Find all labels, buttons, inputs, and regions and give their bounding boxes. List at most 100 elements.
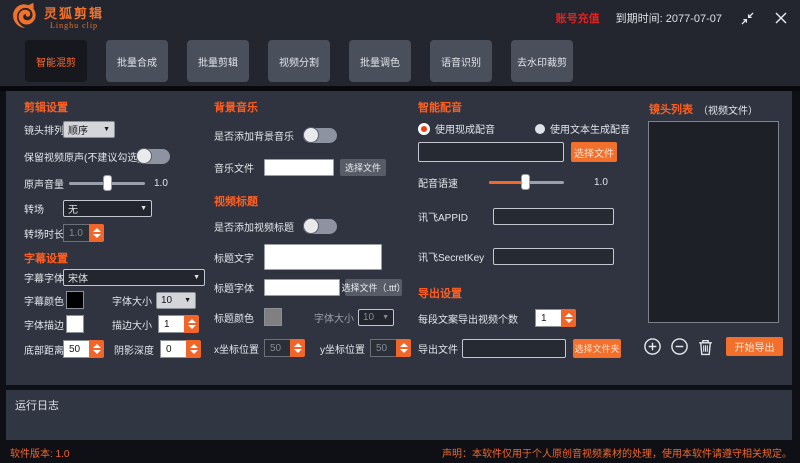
trash-icon[interactable] [697, 338, 714, 356]
main-panel: 剪辑设置 镜头排列 顺序 ▼ 保留视频原声(不建议勾选) 原声音量 1.0 [6, 91, 792, 385]
tab-batch-compose[interactable]: 批量合成 [106, 40, 168, 82]
dub-speed-slider[interactable] [489, 174, 564, 190]
spinner-value[interactable]: 50 [370, 339, 396, 357]
xf-secretkey-input[interactable] [493, 248, 614, 265]
title-color-swatch[interactable] [264, 308, 282, 326]
tab-bar: 智能混剪 批量合成 批量剪辑 视频分割 批量调色 语音识别 去水印裁剪 [0, 36, 800, 86]
shot-list-box[interactable] [648, 121, 779, 323]
tab-smart-mix[interactable]: 智能混剪 [25, 40, 87, 82]
transition-duration-label: 转场时长 [24, 226, 63, 241]
spinner-arrows-icon[interactable] [396, 339, 411, 357]
spinner-arrows-icon[interactable] [186, 340, 201, 358]
spinner-arrows-icon[interactable] [561, 309, 576, 327]
font-stroke-color-swatch[interactable] [66, 315, 84, 333]
app-title-block: 灵狐剪辑 Linghu clip [44, 7, 104, 30]
shot-order-select[interactable]: 顺序 ▼ [63, 121, 115, 138]
status-bar: 软件版本: 1.0 声明：本软件仅用于个人原创音视频素材的处理，使用本软件请遵守… [0, 442, 800, 463]
app-logo: 灵狐剪辑 Linghu clip [10, 2, 104, 35]
shadow-depth-spinner[interactable]: 0 [160, 340, 201, 358]
chevron-down-icon: ▼ [140, 205, 147, 212]
choose-dub-file-button[interactable]: 选择文件 [571, 142, 617, 162]
spinner-arrows-icon[interactable] [89, 340, 104, 358]
app-subtitle: Linghu clip [50, 22, 98, 30]
section-subtitle-settings: 字幕设置 [24, 250, 68, 266]
subtitle-color-label: 字幕颜色 [24, 293, 66, 308]
xf-appid-input[interactable] [493, 208, 614, 225]
subtitle-color-swatch[interactable] [66, 291, 84, 309]
section-video-title: 视频标题 [214, 193, 258, 209]
xf-secretkey-label: 讯飞SecretKey [418, 249, 493, 264]
tab-batch-color[interactable]: 批量调色 [349, 40, 411, 82]
spinner-value[interactable]: 1 [535, 309, 561, 327]
x-position-spinner[interactable]: 50 [264, 339, 305, 357]
title-text-input[interactable] [264, 244, 382, 270]
music-file-input[interactable] [264, 159, 334, 176]
remove-shot-icon[interactable] [670, 337, 689, 356]
spinner-value[interactable]: 50 [264, 339, 290, 357]
bottom-distance-spinner[interactable]: 50 [63, 340, 104, 358]
tab-watermark-crop[interactable]: 去水印裁剪 [511, 40, 573, 82]
spinner-value[interactable]: 1.0 [63, 224, 89, 242]
dub-file-input[interactable] [418, 142, 564, 162]
radio-text-dub[interactable] [535, 124, 545, 134]
tab-speech-recognition[interactable]: 语音识别 [430, 40, 492, 82]
choose-music-file-button[interactable]: 选择文件 [340, 159, 386, 176]
transition-label: 转场 [24, 201, 63, 216]
minimize-icon[interactable] [738, 9, 756, 27]
choose-export-folder-button[interactable]: 选择文件夹 [573, 339, 621, 358]
y-position-spinner[interactable]: 50 [370, 339, 411, 357]
tab-video-split[interactable]: 视频分割 [268, 40, 330, 82]
radio-dot [421, 126, 427, 132]
transition-duration-spinner[interactable]: 1.0 [63, 224, 104, 242]
add-title-toggle[interactable] [303, 219, 337, 234]
title-size-select[interactable]: 10 ▼ [358, 309, 394, 326]
radio-text-dub-label: 使用文本生成配音 [550, 121, 630, 136]
spinner-arrows-icon[interactable] [89, 224, 104, 242]
title-text-label: 标题文字 [214, 250, 264, 265]
run-log-title: 运行日志 [15, 397, 59, 413]
subtitle-font-select[interactable]: 宋体 ▼ [63, 269, 205, 286]
stroke-size-spinner[interactable]: 1 [158, 315, 199, 333]
run-log-panel: 运行日志 [6, 390, 792, 440]
tab-batch-edit[interactable]: 批量剪辑 [187, 40, 249, 82]
close-icon[interactable] [772, 9, 790, 27]
font-size-select[interactable]: 10 ▼ [156, 292, 196, 309]
disclaimer-text: 声明：本软件仅用于个人原创音视频素材的处理，使用本软件请遵守相关规定。 [442, 445, 792, 460]
radio-ready-dub[interactable] [418, 123, 430, 135]
export-count-spinner[interactable]: 1 [535, 309, 576, 327]
spinner-arrows-icon[interactable] [290, 339, 305, 357]
section-edit-settings: 剪辑设置 [24, 99, 68, 115]
fox-logo-icon [10, 2, 38, 35]
add-shot-icon[interactable] [643, 337, 662, 356]
shot-order-value: 顺序 [68, 122, 88, 137]
spinner-value[interactable]: 50 [63, 340, 89, 358]
choose-title-font-button[interactable]: 选择文件（.ttf） [345, 279, 402, 296]
spinner-value[interactable]: 0 [160, 340, 186, 358]
keep-audio-toggle[interactable] [136, 149, 170, 164]
recharge-link[interactable]: 账号充值 [556, 10, 600, 26]
original-volume-slider[interactable] [69, 175, 145, 191]
add-title-label: 是否添加视频标题 [214, 219, 303, 234]
title-font-input[interactable] [264, 279, 340, 296]
section-export: 导出设置 [418, 285, 462, 301]
y-position-label: y坐标位置 [320, 341, 370, 356]
spinner-arrows-icon[interactable] [184, 315, 199, 333]
bottom-distance-label: 底部距离 [24, 342, 63, 357]
x-position-label: x坐标位置 [214, 341, 264, 356]
shadow-depth-label: 阴影深度 [114, 342, 160, 357]
title-bar: 灵狐剪辑 Linghu clip 账号充值 到期时间: 2077-07-07 [0, 0, 800, 36]
title-size-label: 字体大小 [314, 310, 358, 325]
export-file-input[interactable] [462, 339, 566, 358]
subtitle-font-label: 字幕字体 [24, 270, 63, 285]
start-export-button[interactable]: 开始导出 [726, 337, 783, 356]
title-size-value: 10 [363, 312, 374, 323]
add-bgm-toggle[interactable] [303, 128, 337, 143]
title-font-label: 标题字体 [214, 280, 264, 295]
section-bgm: 背景音乐 [214, 99, 258, 115]
shot-order-label: 镜头排列 [24, 122, 63, 137]
spinner-value[interactable]: 1 [158, 315, 184, 333]
font-stroke-label: 字体描边 [24, 317, 66, 332]
dub-speed-label: 配音语速 [418, 175, 489, 190]
transition-select[interactable]: 无 ▼ [63, 200, 152, 217]
toggle-knob [303, 218, 319, 234]
